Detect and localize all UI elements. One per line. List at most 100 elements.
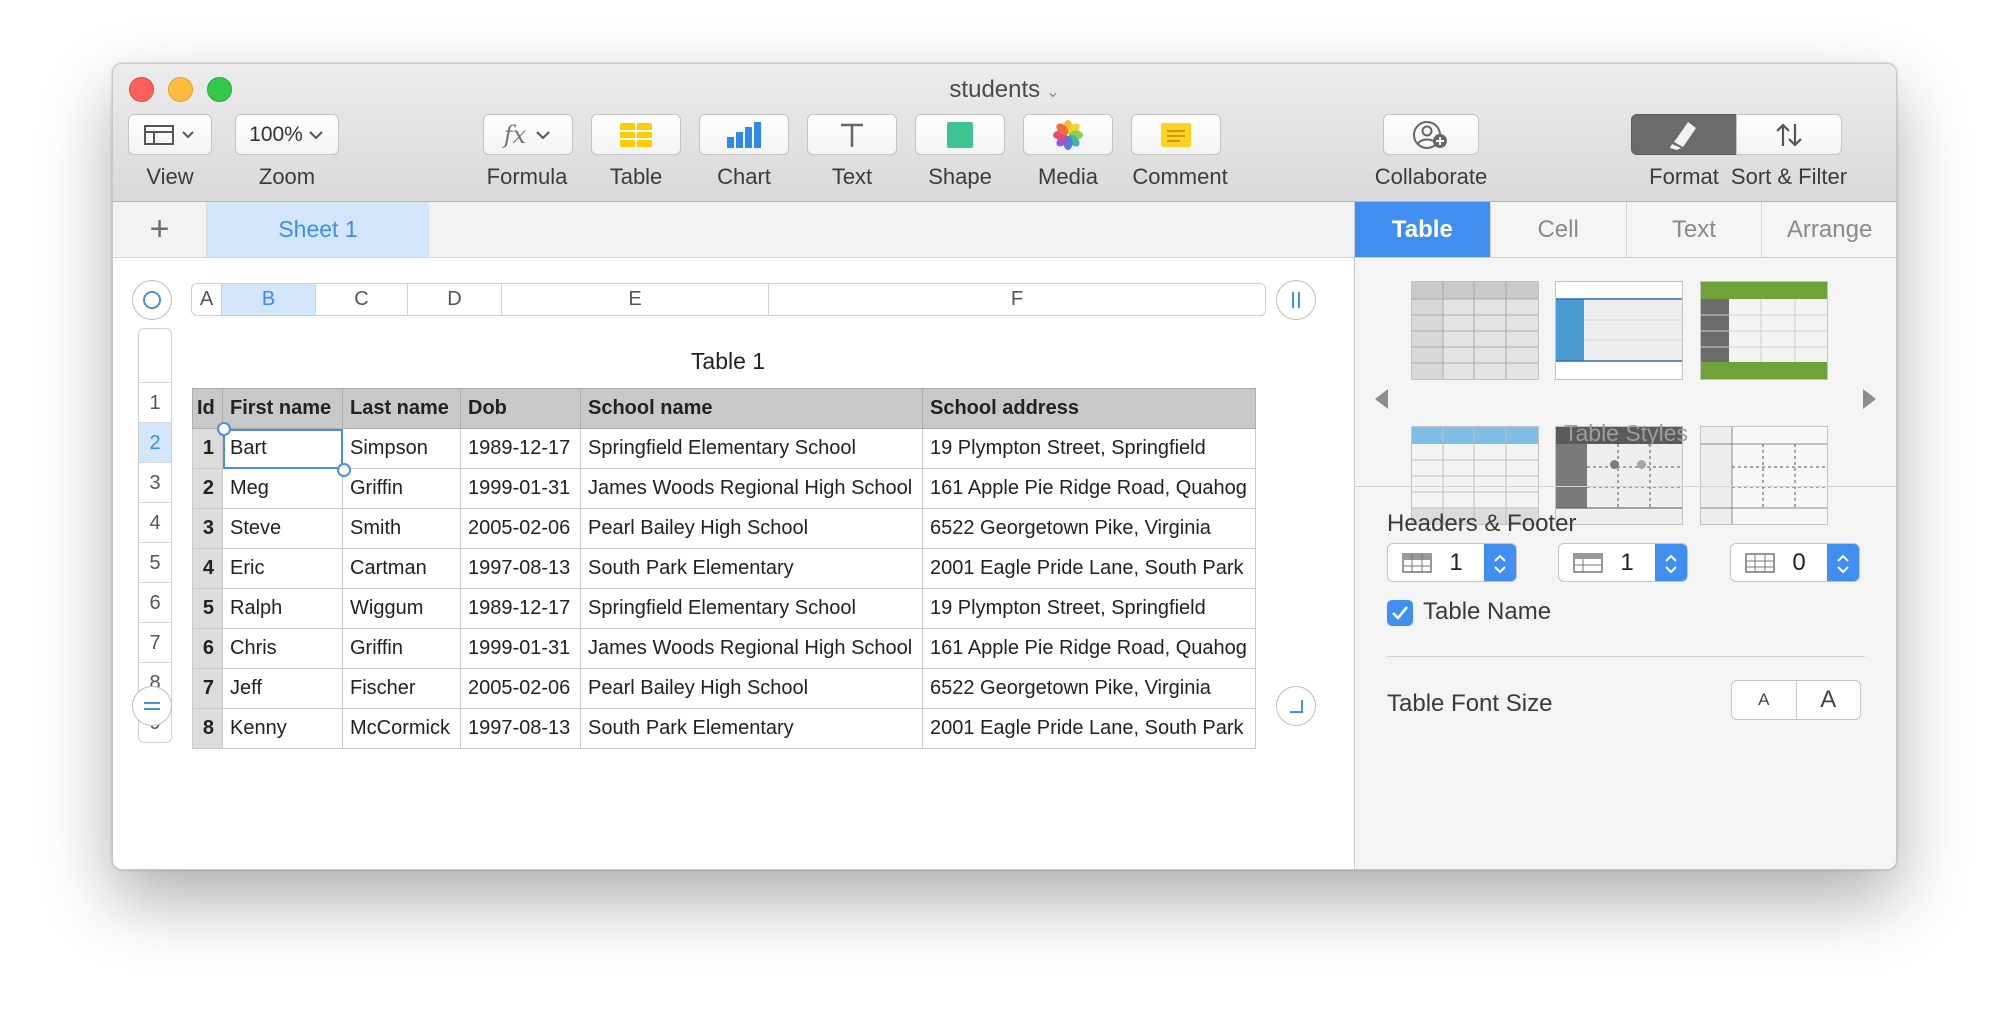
insert-comment-button[interactable] [1131, 114, 1221, 155]
table-cell[interactable]: 161 Apple Pie Ridge Road, Quahog [922, 628, 1256, 669]
id-cell[interactable]: 8 [192, 708, 223, 749]
font-smaller-button[interactable]: A [1732, 681, 1796, 719]
stepper-arrows-icon[interactable] [1484, 544, 1516, 581]
page-dot-2[interactable] [1637, 460, 1646, 469]
id-cell[interactable]: 3 [192, 508, 223, 549]
table-cell[interactable]: Bart [222, 428, 343, 469]
id-cell[interactable]: 6 [192, 628, 223, 669]
view-button[interactable] [128, 114, 212, 155]
zoom-select[interactable]: 100% [235, 114, 339, 155]
table-cell[interactable]: 1997-08-13 [460, 548, 581, 589]
document-title[interactable]: students ⌄ [113, 76, 1896, 104]
table-cell[interactable]: 19 Plympton Street, Springfield [922, 428, 1256, 469]
sheet-tab-sheet-1[interactable]: Sheet 1 [207, 202, 429, 257]
table-cell[interactable]: 6522 Georgetown Pike, Virginia [922, 668, 1256, 709]
table-cell[interactable]: Simpson [342, 428, 461, 469]
table-cell[interactable]: Fischer [342, 668, 461, 709]
table-cell[interactable]: Griffin [342, 468, 461, 509]
row-header-6[interactable]: 6 [139, 582, 171, 622]
table-cell[interactable]: 2005-02-06 [460, 508, 581, 549]
page-dot-1[interactable] [1610, 460, 1619, 469]
stepper-arrows-icon[interactable] [1827, 544, 1859, 581]
collaborate-button[interactable] [1383, 114, 1479, 155]
tab-cell[interactable]: Cell [1490, 202, 1627, 257]
table-cell[interactable]: James Woods Regional High School [580, 628, 923, 669]
column-header-d[interactable]: D [408, 284, 502, 315]
table-cell[interactable]: Chris [222, 628, 343, 669]
tab-table[interactable]: Table [1355, 202, 1491, 257]
row-header-1[interactable]: 1 [139, 382, 171, 422]
table-cell[interactable]: Kenny [222, 708, 343, 749]
add-sheet-button[interactable]: + [113, 202, 207, 257]
table-cell[interactable]: 19 Plympton Street, Springfield [922, 588, 1256, 629]
table-cell[interactable]: 2005-02-06 [460, 668, 581, 709]
table-cell[interactable]: 1989-12-17 [460, 588, 581, 629]
table-cell[interactable]: Wiggum [342, 588, 461, 629]
table-cell[interactable]: 1999-01-31 [460, 628, 581, 669]
table-cell[interactable]: 1989-12-17 [460, 428, 581, 469]
table-title[interactable]: Table 1 [192, 348, 1264, 375]
table-style-blue-accent[interactable] [1555, 281, 1683, 380]
table-cell[interactable]: Springfield Elementary School [580, 428, 923, 469]
insert-shape-button[interactable] [915, 114, 1005, 155]
table-cell[interactable]: Meg [222, 468, 343, 509]
table-cell[interactable]: 161 Apple Pie Ridge Road, Quahog [922, 468, 1256, 509]
table-cell[interactable]: Pearl Bailey High School [580, 668, 923, 709]
id-cell[interactable]: 4 [192, 548, 223, 589]
insert-chart-button[interactable] [699, 114, 789, 155]
table-cell[interactable]: Cartman [342, 548, 461, 589]
row-header-5[interactable]: 5 [139, 542, 171, 582]
row-header-4[interactable]: 4 [139, 502, 171, 542]
table-cell[interactable]: Jeff [222, 668, 343, 709]
formula-button[interactable]: fx [483, 114, 573, 155]
header-cell-id[interactable]: Id [192, 388, 223, 429]
column-header-f[interactable]: F [769, 284, 1265, 315]
resize-table-handle[interactable] [1276, 686, 1316, 726]
styles-prev-arrow-icon[interactable] [1375, 389, 1388, 409]
column-header-c[interactable]: C [316, 284, 408, 315]
header-rows-stepper[interactable]: 1 [1387, 543, 1517, 582]
select-table-button[interactable] [132, 280, 172, 320]
tab-arrange[interactable]: Arrange [1762, 202, 1896, 257]
selection-handle-top[interactable] [217, 422, 231, 436]
row-header-2[interactable]: 2 [139, 422, 171, 462]
table-cell[interactable]: 2001 Eagle Pride Lane, South Park [922, 708, 1256, 749]
id-cell[interactable]: 2 [192, 468, 223, 509]
font-larger-button[interactable]: A [1795, 681, 1861, 719]
table-name-checkbox[interactable] [1387, 600, 1413, 626]
header-cell-first-name[interactable]: First name [222, 388, 343, 429]
table-font-size-control[interactable]: A A [1731, 680, 1861, 720]
header-cell-last-name[interactable]: Last name [342, 388, 461, 429]
id-cell[interactable]: 1 [192, 428, 223, 469]
table-cell[interactable]: James Woods Regional High School [580, 468, 923, 509]
table-cell[interactable]: 1999-01-31 [460, 468, 581, 509]
format-button[interactable] [1631, 114, 1737, 155]
table-cell[interactable]: Ralph [222, 588, 343, 629]
table-cell[interactable]: Eric [222, 548, 343, 589]
header-columns-stepper[interactable]: 1 [1558, 543, 1688, 582]
insert-text-button[interactable] [807, 114, 897, 155]
table-cell[interactable]: Griffin [342, 628, 461, 669]
id-cell[interactable]: 5 [192, 588, 223, 629]
add-row-handle[interactable] [132, 686, 172, 726]
table-style-green[interactable] [1700, 281, 1828, 380]
table-cell[interactable]: South Park Elementary [580, 708, 923, 749]
table-cell[interactable]: McCormick [342, 708, 461, 749]
selection-handle-bottom[interactable] [337, 463, 351, 477]
insert-table-button[interactable] [591, 114, 681, 155]
table-cell[interactable]: Steve [222, 508, 343, 549]
row-header-3[interactable]: 3 [139, 462, 171, 502]
column-header-b[interactable]: B [222, 284, 316, 315]
table-name-label[interactable]: Table Name [1423, 598, 1551, 626]
header-cell-school-address[interactable]: School address [922, 388, 1256, 429]
table-cell[interactable]: Smith [342, 508, 461, 549]
row-header-7[interactable]: 7 [139, 622, 171, 662]
sort-filter-button[interactable] [1736, 114, 1842, 155]
header-cell-dob[interactable]: Dob [460, 388, 581, 429]
table-style-gray[interactable] [1411, 281, 1539, 380]
table-cell[interactable]: 2001 Eagle Pride Lane, South Park [922, 548, 1256, 589]
table-cell[interactable]: South Park Elementary [580, 548, 923, 589]
header-cell-school-name[interactable]: School name [580, 388, 923, 429]
table-cell[interactable]: Springfield Elementary School [580, 588, 923, 629]
styles-next-arrow-icon[interactable] [1863, 389, 1876, 409]
